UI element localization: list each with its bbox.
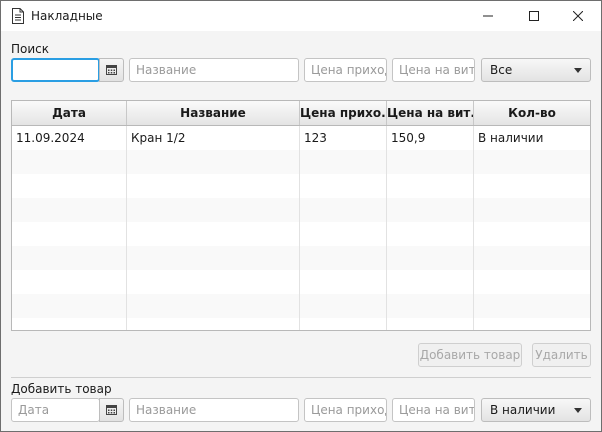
title-bar: Накладные — [1, 1, 601, 31]
add-form-label: Добавить товар — [11, 382, 112, 396]
empty-row — [12, 294, 590, 318]
invoices-table[interactable]: Дата Название Цена прихо... Цена на вит.… — [11, 100, 591, 331]
search-date-picker-button[interactable] — [99, 58, 124, 82]
table-header: Дата Название Цена прихо... Цена на вит.… — [12, 101, 590, 126]
chevron-down-icon — [574, 408, 582, 413]
empty-row — [12, 198, 590, 222]
cell-price-in: 123 — [300, 126, 387, 150]
search-filter-value: Все — [490, 63, 513, 77]
cell-price-shelf: 150,9 — [387, 126, 474, 150]
cell-qty: В наличии — [478, 131, 544, 145]
add-status-value: В наличии — [490, 403, 556, 417]
cell-name: Кран 1/2 — [127, 126, 300, 150]
search-price-shelf-input[interactable]: Цена на витрине — [392, 58, 475, 82]
chevron-down-icon — [574, 68, 582, 73]
search-price-in-input[interactable]: Цена прихода — [304, 58, 387, 82]
empty-row — [12, 318, 590, 330]
column-header-qty[interactable]: Кол-во — [474, 101, 590, 125]
empty-row — [12, 246, 590, 270]
calendar-icon — [106, 65, 117, 75]
search-name-input[interactable]: Название — [129, 58, 299, 82]
add-status-select[interactable]: В наличии — [481, 398, 591, 422]
add-price-shelf-input[interactable]: Цена на витрине — [392, 398, 475, 422]
window-title: Накладные — [31, 9, 103, 23]
table-row[interactable]: 11.09.2024 Кран 1/2 123 150,9 В наличии — [12, 126, 590, 150]
add-date-picker-button[interactable] — [99, 398, 124, 422]
search-date-input[interactable] — [11, 58, 100, 82]
add-date-input[interactable]: Дата — [11, 398, 100, 422]
maximize-button[interactable] — [511, 1, 557, 31]
delete-button[interactable]: Удалить — [532, 343, 591, 367]
column-header-price-shelf[interactable]: Цена на вит... — [387, 101, 474, 125]
cell-date: 11.09.2024 — [12, 126, 127, 150]
maximize-icon — [529, 11, 539, 21]
column-header-price-in[interactable]: Цена прихо... — [300, 101, 387, 125]
close-button[interactable] — [555, 1, 601, 31]
empty-row — [12, 150, 590, 174]
empty-row — [12, 174, 590, 198]
minimize-button[interactable] — [465, 1, 511, 31]
document-icon — [12, 8, 24, 24]
search-filter-select[interactable]: Все — [481, 58, 591, 82]
add-product-button[interactable]: Добавить товар — [418, 343, 522, 367]
column-header-date[interactable]: Дата — [12, 101, 127, 125]
search-label: Поиск — [11, 42, 50, 56]
column-header-name[interactable]: Название — [127, 101, 300, 125]
add-name-input[interactable]: Название — [129, 398, 299, 422]
calendar-icon — [106, 405, 117, 415]
empty-row — [12, 270, 590, 294]
invoices-window: Накладные Поиск Название Цена прихо Цена… — [0, 0, 602, 432]
add-price-in-input[interactable]: Цена прихода — [304, 398, 387, 422]
minimize-icon — [483, 15, 493, 17]
empty-row — [12, 222, 590, 246]
close-icon — [573, 11, 583, 21]
divider — [11, 377, 591, 378]
